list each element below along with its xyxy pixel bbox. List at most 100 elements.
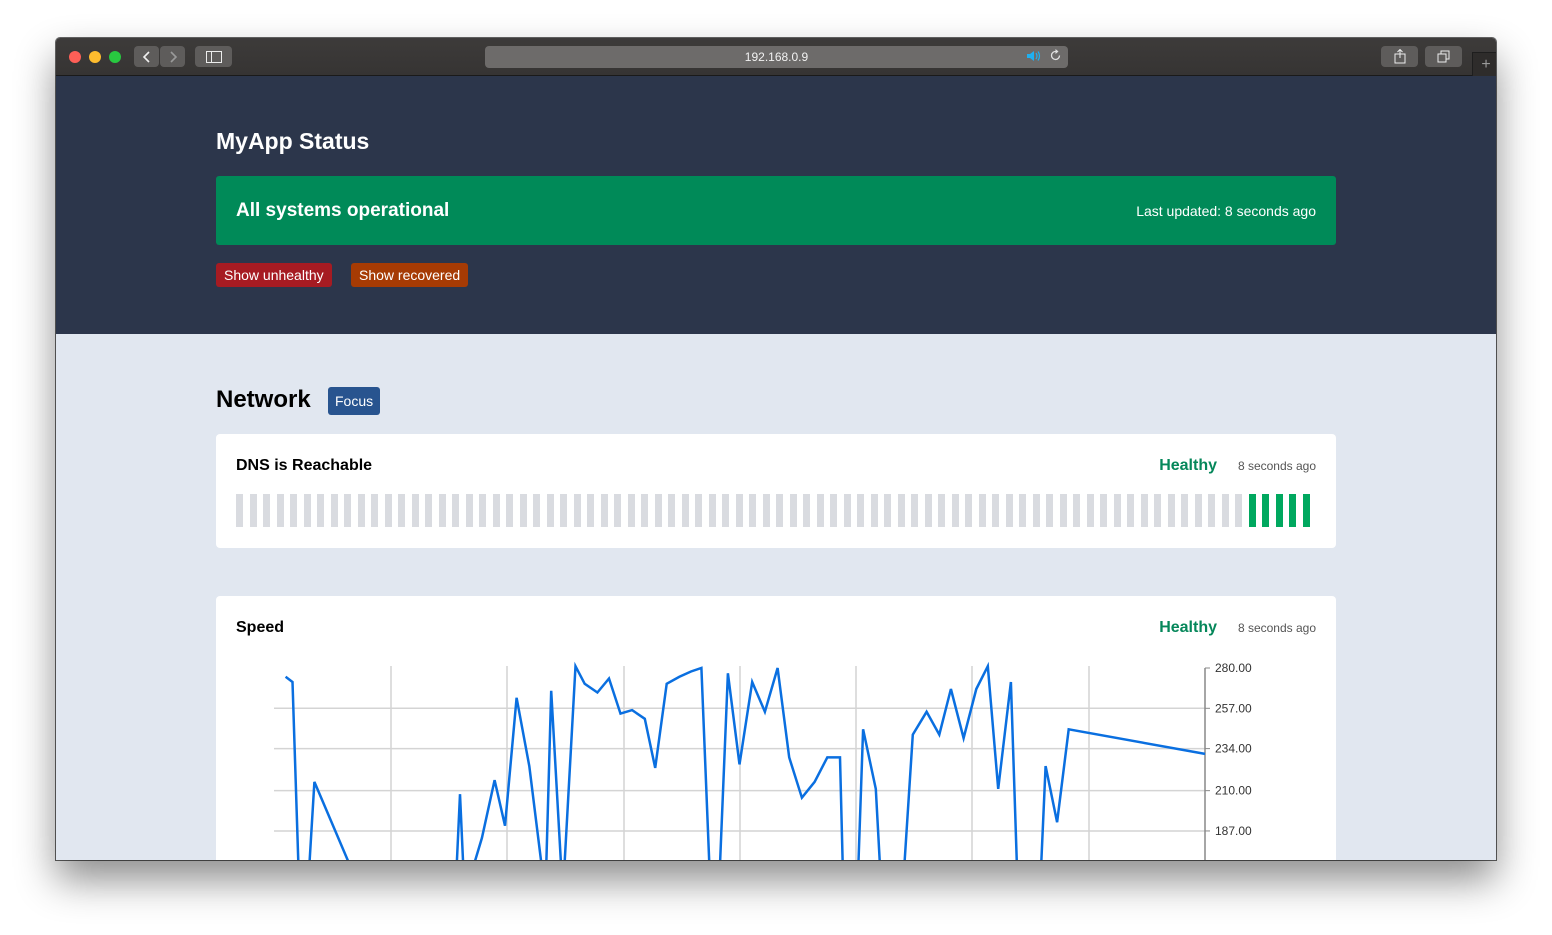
history-bar[interactable] [681,494,689,527]
history-bar[interactable] [1302,494,1310,527]
history-bar[interactable] [1194,494,1202,527]
history-bar[interactable] [573,494,581,527]
back-button[interactable] [134,46,159,67]
history-bar[interactable] [290,494,297,527]
history-bar[interactable] [1059,494,1067,527]
history-bar[interactable] [870,494,878,527]
history-bar[interactable] [492,494,500,527]
history-bar[interactable] [803,494,810,527]
history-bar[interactable] [479,494,486,527]
history-bar[interactable] [357,494,365,527]
history-bar[interactable] [1208,494,1215,527]
history-bar[interactable] [843,494,851,527]
history-bar[interactable] [897,494,905,527]
new-tab-button[interactable]: + [1472,52,1496,77]
history-bar[interactable] [330,494,338,527]
history-bar[interactable] [641,494,648,527]
history-bar[interactable] [830,494,837,527]
history-bar[interactable] [1005,494,1013,527]
history-bar[interactable] [303,494,311,527]
speaker-icon[interactable] [1027,50,1043,62]
history-bar[interactable] [1086,494,1094,527]
history-bar[interactable] [1154,494,1161,527]
history-bar[interactable] [708,494,716,527]
history-bar[interactable] [371,494,378,527]
show-recovered-button[interactable]: Show recovered [351,263,469,287]
page-title: MyApp Status [216,128,370,154]
history-bar[interactable] [438,494,446,527]
forward-button[interactable] [160,46,185,67]
minimize-window-button[interactable] [89,51,101,63]
history-bar[interactable] [533,494,540,527]
history-bar[interactable] [816,494,824,527]
history-bar[interactable] [587,494,594,527]
sidebar-icon [205,50,222,63]
history-bar[interactable] [978,494,986,527]
history-bar[interactable] [627,494,635,527]
history-bar[interactable] [398,494,405,527]
sidebar-toggle-button[interactable] [195,46,232,67]
history-bar[interactable] [614,494,621,527]
history-bar[interactable] [600,494,608,527]
history-bar[interactable] [884,494,891,527]
history-bar[interactable] [965,494,972,527]
chevron-right-icon [169,50,177,63]
history-bar[interactable] [1235,494,1242,527]
show-tabs-button[interactable] [1425,46,1462,67]
history-bar[interactable] [1167,494,1175,527]
history-bar[interactable] [1181,494,1188,527]
history-bar[interactable] [1140,494,1148,527]
history-bar[interactable] [1100,494,1107,527]
history-bar[interactable] [1248,494,1256,527]
history-bar[interactable] [951,494,959,527]
show-unhealthy-button[interactable]: Show unhealthy [216,263,332,287]
history-bar[interactable] [1289,494,1296,527]
history-bar[interactable] [384,494,392,527]
history-bar[interactable] [789,494,797,527]
history-bar[interactable] [546,494,554,527]
history-bar[interactable] [911,494,918,527]
history-bar[interactable] [560,494,567,527]
history-bar[interactable] [1127,494,1134,527]
history-bar[interactable] [1046,494,1053,527]
history-bar[interactable] [1073,494,1080,527]
history-bar[interactable] [1019,494,1026,527]
history-bar[interactable] [465,494,473,527]
reload-icon[interactable] [1049,49,1062,62]
plus-icon: + [1481,56,1491,73]
history-bar[interactable] [1275,494,1283,527]
focus-button[interactable]: Focus [328,387,381,415]
history-bar[interactable] [276,494,284,527]
history-bar[interactable] [344,494,351,527]
history-bar[interactable] [776,494,783,527]
history-bar[interactable] [263,494,270,527]
history-bar[interactable] [452,494,459,527]
history-bar[interactable] [519,494,527,527]
history-bar[interactable] [1221,494,1229,527]
history-bar[interactable] [1032,494,1040,527]
history-bar[interactable] [1113,494,1121,527]
history-bar[interactable] [668,494,675,527]
share-button[interactable] [1381,46,1418,67]
close-window-button[interactable] [69,51,81,63]
history-bar[interactable] [1262,494,1269,527]
url-text: 192.168.0.9 [744,50,809,64]
history-bar[interactable] [506,494,513,527]
address-bar[interactable]: 192.168.0.9 [485,46,1068,68]
history-bar[interactable] [762,494,770,527]
history-bar[interactable] [722,494,729,527]
history-bar[interactable] [411,494,419,527]
history-bar[interactable] [236,494,243,527]
history-bar[interactable] [654,494,662,527]
history-bar[interactable] [924,494,932,527]
history-bar[interactable] [857,494,864,527]
history-bar[interactable] [992,494,999,527]
history-bar[interactable] [749,494,756,527]
zoom-window-button[interactable] [109,51,121,63]
history-bar[interactable] [695,494,702,527]
history-bar[interactable] [249,494,257,527]
history-bar[interactable] [938,494,945,527]
history-bar[interactable] [317,494,324,527]
history-bar[interactable] [425,494,432,527]
history-bar[interactable] [735,494,743,527]
